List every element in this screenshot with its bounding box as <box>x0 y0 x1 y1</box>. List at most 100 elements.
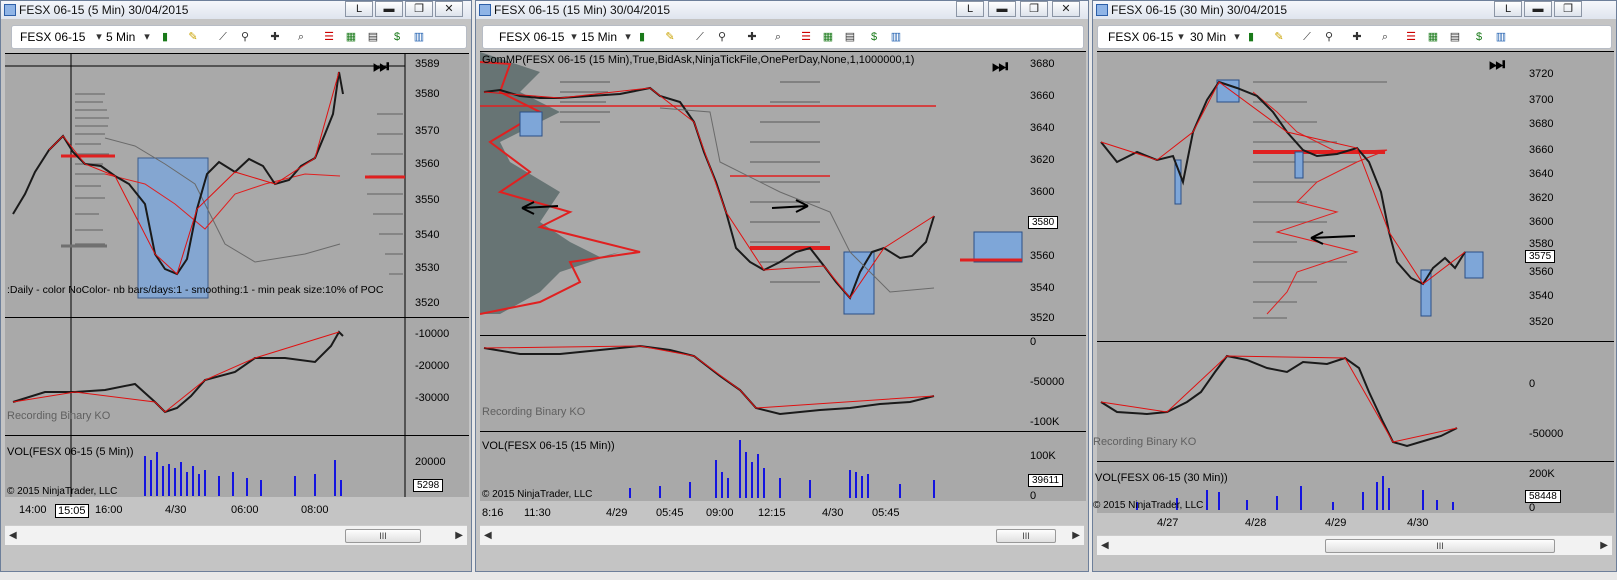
pin-icon[interactable]: ⚲ <box>1322 30 1336 44</box>
price-panel[interactable]: GomMP(FESX 06-15 (15 Min),True,BidAsk,Ni… <box>480 51 1086 335</box>
go-to-end-icon[interactable]: ⏭ <box>992 56 1008 77</box>
maximize-button[interactable]: ❐ <box>405 1 433 17</box>
scroll-thumb[interactable]: III <box>996 529 1056 543</box>
chart-properties-icon[interactable]: ▤ <box>843 30 857 44</box>
value-area-box-5 <box>1464 251 1484 279</box>
interval-selector[interactable]: 15 Min <box>581 30 617 44</box>
crosshair-icon[interactable]: ✚ <box>745 30 759 44</box>
horizontal-scrollbar[interactable]: ◀ III ▶ <box>1097 535 1612 555</box>
value-area-box <box>137 157 209 299</box>
link-button[interactable]: L <box>345 1 373 17</box>
pencil-icon[interactable]: ✎ <box>186 30 200 44</box>
minimize-button[interactable]: ▬ <box>988 1 1016 17</box>
scroll-thumb[interactable]: III <box>1325 539 1555 553</box>
app-icon <box>1096 4 1108 16</box>
chevron-down-icon[interactable]: ▾ <box>140 30 154 44</box>
bar-style-icon[interactable]: ▮ <box>158 30 172 44</box>
indicator-icon[interactable]: ▦ <box>344 30 358 44</box>
time-axis: 14:00 15:05 16:00 4/30 06:00 08:00 <box>5 497 469 523</box>
last-volume-badge: 39611 <box>1028 474 1064 487</box>
minimize-button[interactable]: ▬ <box>375 1 403 17</box>
strategy-icon[interactable]: ☰ <box>1404 30 1418 44</box>
zoom-icon[interactable]: ⌕ <box>771 30 785 44</box>
volume-panel[interactable]: VOL(FESX 06-15 (30 Min)) 200K 58448 0 © … <box>1093 461 1614 514</box>
scroll-right-icon[interactable]: ▶ <box>1600 540 1608 551</box>
dollar-icon[interactable]: $ <box>390 30 404 44</box>
pointer-icon[interactable]: ⟋ <box>693 30 707 44</box>
price-tick: 3530 <box>415 262 440 274</box>
cumulative-delta-line <box>12 330 344 414</box>
chevron-down-icon[interactable]: ▾ <box>92 30 106 44</box>
chart-properties-icon[interactable]: ▤ <box>1448 30 1462 44</box>
price-panel[interactable]: ⏭ 3720 3700 3680 3660 3640 3620 3600 358… <box>1097 51 1614 341</box>
horizontal-scrollbar[interactable]: ◀ III ▶ <box>5 525 467 545</box>
instrument-selector[interactable]: FESX 06-15 <box>499 30 564 44</box>
chevron-down-icon[interactable]: ▾ <box>1174 30 1188 44</box>
pin-icon[interactable]: ⚲ <box>715 30 729 44</box>
go-to-end-icon[interactable]: ⏭ <box>1489 54 1505 75</box>
scroll-left-icon[interactable]: ◀ <box>484 530 492 541</box>
minimize-button[interactable]: ▬ <box>1524 1 1552 17</box>
bar-style-icon[interactable]: ▮ <box>635 30 649 44</box>
crosshair-icon[interactable]: ✚ <box>1350 30 1364 44</box>
bar-style-icon[interactable]: ▮ <box>1244 30 1258 44</box>
scroll-left-icon[interactable]: ◀ <box>9 530 17 541</box>
zoom-icon[interactable]: ⌕ <box>1378 30 1392 44</box>
template-icon[interactable]: ▥ <box>1494 30 1508 44</box>
time-label: 4/28 <box>1245 517 1267 529</box>
link-button[interactable]: L <box>956 1 984 17</box>
pencil-icon[interactable]: ✎ <box>663 30 677 44</box>
horizontal-scrollbar[interactable]: ◀ III ▶ <box>480 525 1084 545</box>
value-area-box-3 <box>1294 151 1304 179</box>
strategy-icon[interactable]: ☰ <box>799 30 813 44</box>
chevron-down-icon[interactable]: ▾ <box>621 30 635 44</box>
price-panel[interactable]: ⏭ 3589 3580 3570 3560 3550 3540 3530 352… <box>5 53 469 318</box>
chevron-down-icon[interactable]: ▾ <box>1230 30 1244 44</box>
scroll-left-icon[interactable]: ◀ <box>1101 540 1109 551</box>
close-button[interactable]: ✕ <box>1052 1 1080 17</box>
value-area-box-3 <box>973 231 1023 263</box>
indicator-title: GomMP(FESX 06-15 (15 Min),True,BidAsk,Ni… <box>482 54 915 66</box>
indicator-panel[interactable]: -10000 -20000 -30000 Recording Binary KO <box>5 317 469 436</box>
scroll-thumb[interactable]: III <box>345 529 421 543</box>
maximize-button[interactable]: ❐ <box>1020 1 1048 17</box>
price-chart-svg <box>480 52 1023 315</box>
pin-icon[interactable]: ⚲ <box>238 30 252 44</box>
dollar-icon[interactable]: $ <box>1472 30 1486 44</box>
go-to-end-icon[interactable]: ⏭ <box>373 56 389 77</box>
crosshair-icon[interactable]: ✚ <box>268 30 282 44</box>
maximize-button[interactable]: ❐ <box>1554 1 1582 17</box>
price-tick: 3660 <box>1529 144 1554 156</box>
price-tick: 3660 <box>1030 90 1055 102</box>
time-label: 4/27 <box>1157 517 1179 529</box>
chart-properties-icon[interactable]: ▤ <box>366 30 380 44</box>
pointer-icon[interactable]: ⟋ <box>216 30 230 44</box>
interval-selector[interactable]: 5 Min <box>106 30 135 44</box>
strategy-icon[interactable]: ☰ <box>322 30 336 44</box>
time-label: 05:45 <box>656 507 684 519</box>
profile-outline <box>1252 91 1388 315</box>
pencil-icon[interactable]: ✎ <box>1272 30 1286 44</box>
indicator-panel[interactable]: 0 -50000 -100K Recording Binary KO <box>480 335 1086 431</box>
volume-panel[interactable]: VOL(FESX 06-15 (15 Min)) 100K 39611 0 © … <box>480 431 1086 502</box>
volume-label: VOL(FESX 06-15 (15 Min)) <box>482 440 615 452</box>
interval-selector[interactable]: 30 Min <box>1190 30 1226 44</box>
pointer-icon[interactable]: ⟋ <box>1300 30 1314 44</box>
last-volume-badge: 5298 <box>413 479 444 492</box>
chevron-down-icon[interactable]: ▾ <box>567 30 581 44</box>
scroll-right-icon[interactable]: ▶ <box>1072 530 1080 541</box>
volume-panel[interactable]: VOL(FESX 06-15 (5 Min)) 20000 5298 © 201… <box>5 435 469 498</box>
template-icon[interactable]: ▥ <box>889 30 903 44</box>
dollar-icon[interactable]: $ <box>867 30 881 44</box>
template-icon[interactable]: ▥ <box>412 30 426 44</box>
instrument-selector[interactable]: FESX 06-15 <box>20 30 85 44</box>
zoom-icon[interactable]: ⌕ <box>294 30 308 44</box>
price-tick: 3640 <box>1529 168 1554 180</box>
indicator-icon[interactable]: ▦ <box>821 30 835 44</box>
indicator-panel[interactable]: 0 -50000 Recording Binary KO <box>1093 341 1614 461</box>
scroll-right-icon[interactable]: ▶ <box>455 530 463 541</box>
link-button[interactable]: L <box>1494 1 1522 17</box>
indicator-icon[interactable]: ▦ <box>1426 30 1440 44</box>
instrument-selector[interactable]: FESX 06-15 <box>1108 30 1173 44</box>
close-button[interactable]: ✕ <box>435 1 463 17</box>
